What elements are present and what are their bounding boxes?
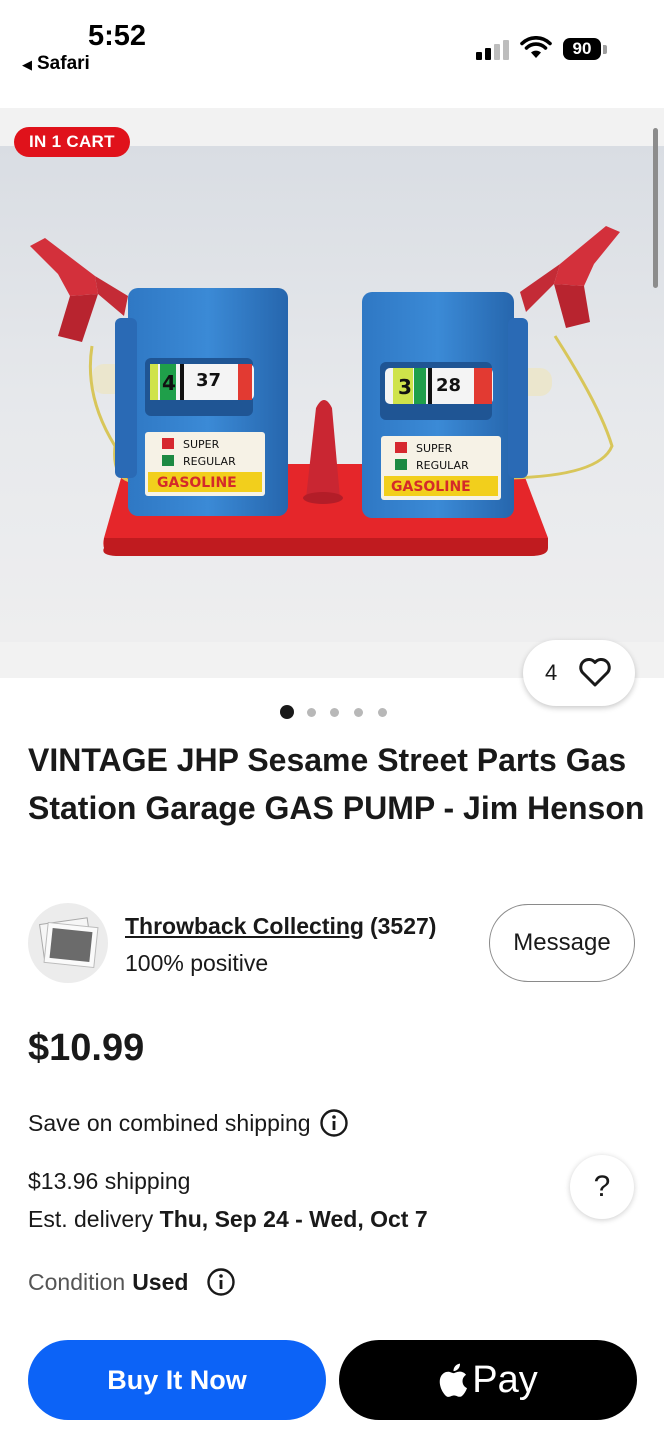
delivery-dates: Thu, Sep 24 - Wed, Oct 7 bbox=[159, 1206, 428, 1232]
watchlist-button[interactable]: 4 bbox=[523, 640, 635, 706]
heart-icon bbox=[579, 658, 611, 687]
pagination-dot[interactable] bbox=[330, 708, 339, 717]
product-photo[interactable]: 4 37 SUPER REGULAR GASOLINE 3 28 SUPER R… bbox=[0, 146, 664, 642]
seller-name-link[interactable]: Throwback Collecting bbox=[125, 913, 364, 939]
svg-text:37: 37 bbox=[196, 370, 221, 391]
condition-value: Used bbox=[132, 1268, 189, 1295]
pagination-dot[interactable] bbox=[378, 708, 387, 717]
item-price: $10.99 bbox=[28, 1027, 145, 1069]
listing-title: VINTAGE JHP Sesame Street Parts Gas Stat… bbox=[28, 742, 645, 826]
combined-shipping-label: Save on combined shipping bbox=[28, 1109, 311, 1136]
pagination-dot[interactable] bbox=[307, 708, 316, 717]
delivery-prefix: Est. delivery bbox=[28, 1206, 154, 1232]
feedback-count: (3527) bbox=[369, 913, 437, 939]
svg-text:28: 28 bbox=[436, 375, 461, 396]
back-arrow-icon: ◀ bbox=[22, 57, 32, 72]
back-to-safari[interactable]: ◀ Safari bbox=[22, 53, 90, 75]
svg-text:SUPER: SUPER bbox=[416, 442, 453, 455]
info-icon[interactable] bbox=[319, 1108, 349, 1138]
apple-pay-label: Pay bbox=[472, 1358, 538, 1401]
seller-info[interactable]: Throwback Collecting (3527) bbox=[125, 913, 436, 940]
back-app-label: Safari bbox=[37, 53, 90, 74]
battery-icon: 90 bbox=[563, 38, 601, 60]
wifi-icon bbox=[520, 36, 552, 58]
pagination-dot[interactable] bbox=[354, 708, 363, 717]
apple-pay-button[interactable]: Pay bbox=[339, 1340, 637, 1420]
svg-text:REGULAR: REGULAR bbox=[416, 459, 469, 472]
watchers-count: 4 bbox=[545, 660, 558, 685]
image-pagination[interactable] bbox=[0, 705, 664, 719]
buy-it-now-button[interactable]: Buy It Now bbox=[28, 1340, 326, 1420]
apple-logo-icon bbox=[440, 1363, 468, 1397]
svg-text:SUPER: SUPER bbox=[183, 438, 220, 451]
message-button[interactable]: Message bbox=[489, 904, 635, 982]
condition-row[interactable]: Condition Used bbox=[28, 1267, 236, 1297]
condition-label: Condition bbox=[28, 1268, 126, 1295]
battery-tip bbox=[603, 45, 607, 54]
estimated-delivery: Est. delivery Thu, Sep 24 - Wed, Oct 7 bbox=[28, 1206, 428, 1233]
scrollbar[interactable] bbox=[653, 128, 658, 288]
svg-text:4: 4 bbox=[162, 371, 176, 395]
seller-avatar[interactable] bbox=[28, 903, 108, 983]
clock: 5:52 bbox=[88, 20, 147, 52]
info-icon[interactable] bbox=[206, 1267, 236, 1297]
help-button[interactable]: ? bbox=[570, 1155, 634, 1219]
seller-positive-feedback: 100% positive bbox=[125, 950, 269, 976]
combined-shipping-row[interactable]: Save on combined shipping bbox=[28, 1108, 349, 1138]
cellular-signal-icon bbox=[476, 40, 510, 60]
shipping-cost: $13.96 shipping bbox=[28, 1168, 191, 1194]
svg-text:GASOLINE: GASOLINE bbox=[157, 475, 237, 491]
in-cart-badge: IN 1 CART bbox=[14, 127, 130, 157]
svg-text:GASOLINE: GASOLINE bbox=[391, 479, 471, 495]
image-gallery[interactable]: 4 37 SUPER REGULAR GASOLINE 3 28 SUPER R… bbox=[0, 108, 664, 678]
status-bar: 5:52 ◀ Safari 90 bbox=[0, 0, 664, 108]
svg-text:3: 3 bbox=[398, 375, 412, 399]
svg-text:REGULAR: REGULAR bbox=[183, 455, 236, 468]
photo-stack-icon bbox=[39, 917, 99, 969]
pagination-dot-active[interactable] bbox=[280, 705, 294, 719]
